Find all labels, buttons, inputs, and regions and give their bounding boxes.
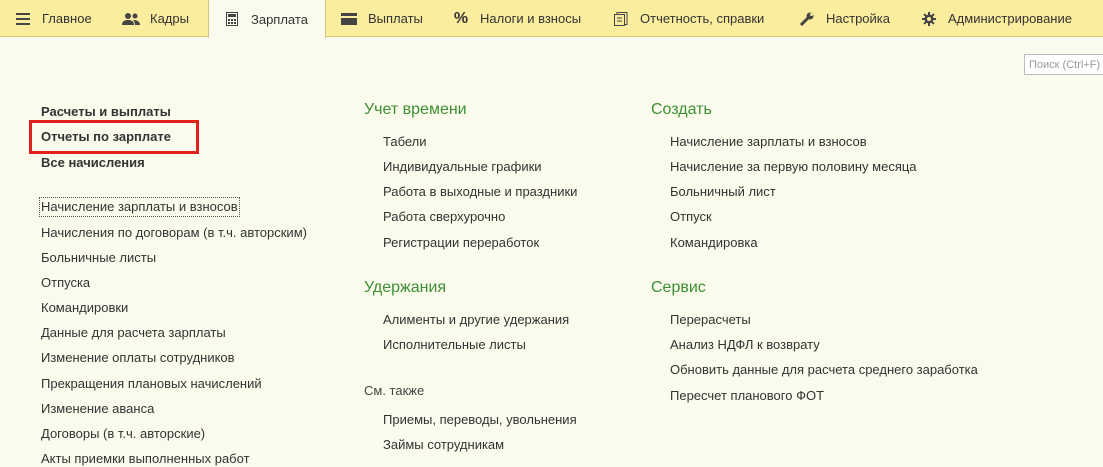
link-overwork-registrations[interactable]: Регистрации переработок	[383, 235, 539, 251]
tab-administration[interactable]: Администрирование	[920, 0, 1072, 37]
link-advance-change[interactable]: Изменение аванса	[41, 401, 154, 417]
percent-icon: %	[453, 9, 469, 27]
calculator-icon	[223, 10, 241, 28]
hamburger-icon	[14, 10, 32, 28]
link-ndfl-refund-analysis[interactable]: Анализ НДФЛ к возврату	[670, 337, 820, 353]
tab-settings[interactable]: Настройка	[798, 0, 890, 37]
link-update-average-earnings[interactable]: Обновить данные для расчета среднего зар…	[670, 362, 978, 378]
link-individual-schedules[interactable]: Индивидуальные графики	[383, 159, 542, 175]
link-employee-loans[interactable]: Займы сотрудникам	[383, 437, 504, 453]
wrench-icon	[798, 10, 816, 28]
tab-label: Главное	[42, 11, 92, 26]
link-work-acceptance-acts[interactable]: Акты приемки выполненных работ	[41, 451, 250, 467]
tab-payments[interactable]: Выплаты	[340, 0, 423, 37]
tab-label: Зарплата	[251, 11, 308, 27]
link-pay-changes[interactable]: Изменение оплаты сотрудников	[41, 350, 235, 366]
create-sick-leave[interactable]: Больничный лист	[670, 184, 776, 200]
link-salary-reports[interactable]: Отчеты по зарплате	[41, 129, 171, 145]
tab-salary[interactable]: Зарплата	[208, 0, 326, 38]
tab-label: Выплаты	[368, 11, 423, 26]
link-salary-data[interactable]: Данные для расчета зарплаты	[41, 325, 226, 341]
link-salary-accrual[interactable]: Начисление зарплаты и взносов	[39, 197, 240, 217]
tab-label: Отчетность, справки	[640, 11, 765, 26]
section-title-deductions: Удержания	[364, 279, 447, 296]
section-title-see-also: См. также	[364, 383, 425, 398]
gear-icon	[920, 10, 938, 28]
tab-reports[interactable]: Отчетность, справки	[612, 0, 764, 37]
tab-label: Кадры	[150, 11, 189, 26]
report-icon	[612, 10, 630, 28]
link-weekend-work[interactable]: Работа в выходные и праздники	[383, 184, 577, 200]
tab-personnel[interactable]: Кадры	[122, 0, 189, 37]
link-vacations[interactable]: Отпуска	[41, 275, 90, 291]
tab-main[interactable]: Главное	[14, 0, 92, 37]
link-all-accruals[interactable]: Все начисления	[41, 155, 145, 171]
link-alimony[interactable]: Алименты и другие удержания	[383, 312, 569, 328]
section-title-service: Сервис	[651, 279, 706, 296]
link-contract-accruals[interactable]: Начисления по договорам (в т.ч. авторски…	[41, 225, 307, 241]
create-first-half-accrual[interactable]: Начисление за первую половину месяца	[670, 159, 917, 175]
tab-taxes[interactable]: % Налоги и взносы	[452, 0, 581, 37]
wallet-icon	[340, 10, 358, 28]
tab-label: Администрирование	[948, 11, 1072, 26]
section-title-create: Создать	[651, 101, 712, 118]
link-writs[interactable]: Исполнительные листы	[383, 337, 526, 353]
link-calculations-payments[interactable]: Расчеты и выплаты	[41, 104, 171, 120]
create-salary-accrual[interactable]: Начисление зарплаты и взносов	[670, 134, 867, 150]
section-title-time: Учет времени	[364, 101, 467, 118]
tab-label: Настройка	[826, 11, 890, 26]
create-vacation[interactable]: Отпуск	[670, 209, 712, 225]
link-stop-planned-accruals[interactable]: Прекращения плановых начислений	[41, 376, 262, 392]
link-recalc-planned-fot[interactable]: Пересчет планового ФОТ	[670, 388, 824, 404]
link-hires-transfers[interactable]: Приемы, переводы, увольнения	[383, 412, 577, 428]
tab-label: Налоги и взносы	[480, 11, 582, 26]
link-business-trips[interactable]: Командировки	[41, 300, 128, 316]
link-recalculations[interactable]: Перерасчеты	[670, 312, 751, 328]
link-timesheets[interactable]: Табели	[383, 134, 427, 150]
create-business-trip[interactable]: Командировка	[670, 235, 758, 251]
people-icon	[122, 10, 140, 28]
link-contracts[interactable]: Договоры (в т.ч. авторские)	[41, 426, 205, 442]
link-sick-leaves[interactable]: Больничные листы	[41, 250, 156, 266]
search-input[interactable]	[1024, 54, 1103, 75]
link-overtime[interactable]: Работа сверхурочно	[383, 209, 505, 225]
section-menu-bar: Главное Кадры Зарплата Выплаты % Налоги …	[0, 0, 1103, 38]
